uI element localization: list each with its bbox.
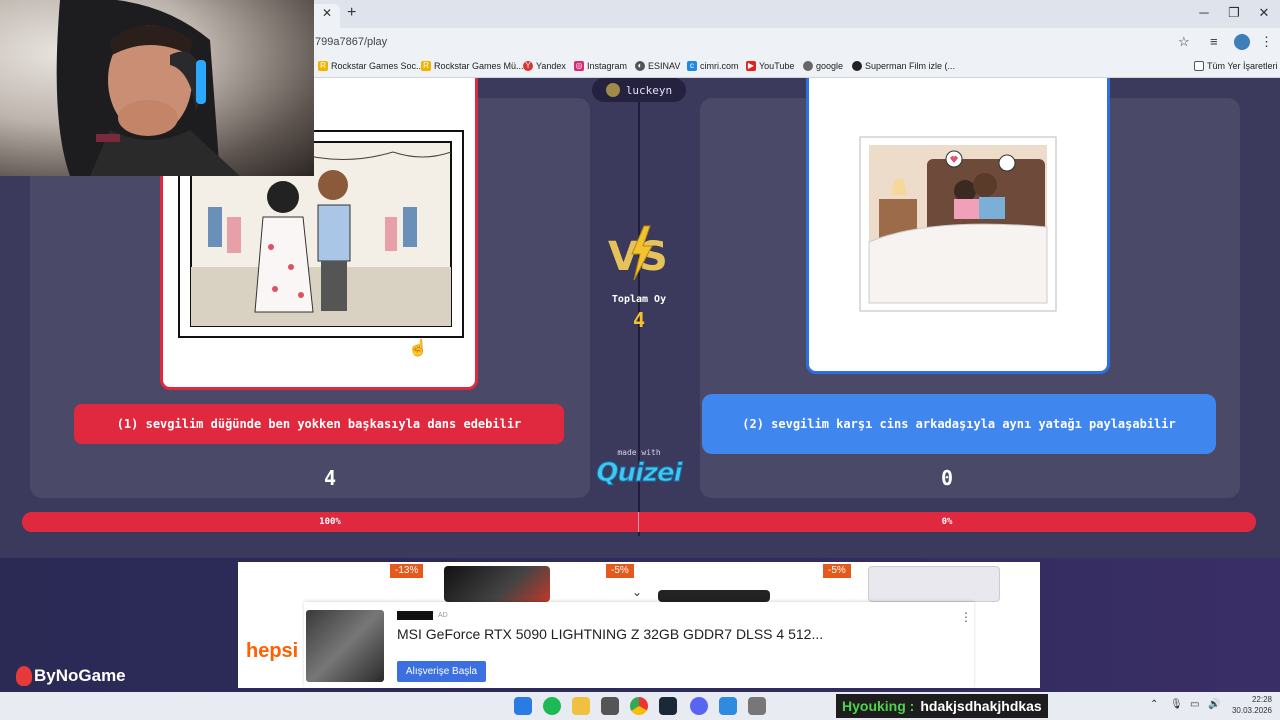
ad-title[interactable]: MSI GeForce RTX 5090 LIGHTNING Z 32GB GD… [397,626,823,642]
close-tab-icon[interactable]: ✕ [322,6,332,20]
windows-start-icon[interactable] [514,697,532,715]
store-logo[interactable]: hepsi [246,640,298,663]
sponsor-logo: ByNoGame [16,666,126,686]
bookmark-item[interactable]: Y Yandex [523,61,566,71]
option-left-button[interactable]: (1) sevgilim düğünde ben yokken başkasıy… [74,404,564,444]
product-image [444,566,550,602]
chevron-down-icon[interactable]: ⌄ [620,585,654,603]
product-image [868,566,1000,602]
shop-button[interactable]: Alışverişe Başla [397,661,486,682]
spotify-icon[interactable] [543,697,561,715]
user-badge: luckeyn [592,78,686,102]
vote-progress-bar: 100% 0% [22,512,1256,532]
total-votes-label: Toplam Oy [611,294,667,305]
yandex-icon: Y [523,61,533,71]
bookmark-item[interactable]: ▶ YouTube [746,61,794,71]
bynogame-icon [16,666,32,686]
window-close-icon[interactable]: ✕ [1254,5,1274,21]
ad-options-icon[interactable]: ⋮ [960,610,972,624]
avatar [605,83,620,97]
left-vote-count: 4 [323,466,337,490]
quizei-logo[interactable]: Quizei [594,458,684,489]
chat-message: hdakjsdhakjhdkas [920,698,1042,714]
cimri-icon: c [687,61,697,71]
time: 22:28 [1251,695,1272,704]
microphone-icon[interactable]: 🎙 [1170,699,1183,710]
discount-badge: -5% [606,564,634,578]
steam-icon[interactable] [659,697,677,715]
discount-badge: -13% [390,564,424,578]
couple-in-bed-illustration [859,136,1057,312]
rockstar-icon: R [318,61,328,71]
volume-icon[interactable]: 🔊 [1208,699,1220,710]
discount-badge: -5% [823,564,851,578]
url-field[interactable]: 799a7867/play [315,36,387,48]
webcam-overlay [0,0,314,176]
bookmark-item[interactable]: R Rockstar Games Soc... [318,61,424,71]
rockstar-icon: R [421,61,431,71]
instagram-icon: ◎ [574,61,584,71]
bookmark-item[interactable]: ◐ ESINAV [635,61,680,71]
media-icon[interactable]: ≡ [1210,34,1218,49]
bookmark-item[interactable]: google [803,61,843,71]
made-with-label: made with [617,448,661,457]
obs-icon[interactable] [748,697,766,715]
chat-overlay: Hyouking : hdakjsdhakjhdkas [836,694,1048,718]
folder-icon [1194,61,1204,71]
bookmark-item[interactable]: ◎ Instagram [574,61,627,71]
progress-divider [638,512,639,532]
youtube-icon: ▶ [746,61,756,71]
site-icon [852,61,862,71]
tray-chevron-icon[interactable]: ⌃ [1150,699,1158,710]
streamer-video [56,0,240,176]
bookmark-item[interactable]: R Rockstar Games Mü... [421,61,524,71]
bookmark-item[interactable]: c cimri.com [687,61,739,71]
option-right-button[interactable]: (2) sevgilim karşı cins arkadaşıyla aynı… [702,394,1216,454]
menu-icon[interactable]: ⋮ [1260,34,1273,50]
hand-cursor-icon: ☝ [408,340,428,357]
globe-icon: ◐ [635,61,645,71]
chat-username: Hyouking : [842,698,915,714]
google-icon [803,61,813,71]
right-percent: 0% [941,517,953,527]
bookmark-item[interactable]: Superman Film izle (... [852,61,955,71]
app-icon[interactable] [719,697,737,715]
star-icon[interactable]: ☆ [1178,34,1190,50]
vs-icon: VS [608,225,668,281]
profile-avatar[interactable] [1234,34,1250,50]
file-explorer-icon[interactable] [572,697,590,715]
restore-icon[interactable]: ❐ [1224,5,1244,21]
store-icon[interactable] [601,697,619,715]
total-votes-value: 4 [632,308,646,332]
product-image [658,590,770,602]
date: 30.03.2026 [1231,706,1272,715]
right-vote-count: 0 [940,466,954,490]
clock[interactable]: 22:28 30.03.2026 [1228,694,1272,716]
advertiser-logo [397,611,433,620]
ad-tag: AD [438,612,448,619]
gpu-thumbnail [306,610,384,682]
all-bookmarks-folder[interactable]: Tüm Yer İşaretleri [1194,61,1278,71]
chrome-icon[interactable] [630,697,648,715]
discord-icon[interactable] [690,697,708,715]
left-percent: 100% [319,517,341,527]
taskbar: ⌃ 🎙 ▭ 🔊 22:28 30.03.2026 [0,692,1280,720]
minimize-icon[interactable]: ─ [1194,5,1214,20]
left-progress-fill [22,512,1256,532]
new-tab-icon[interactable]: + [347,4,356,22]
option-card-right[interactable] [806,78,1110,374]
network-icon[interactable]: ▭ [1190,699,1199,710]
